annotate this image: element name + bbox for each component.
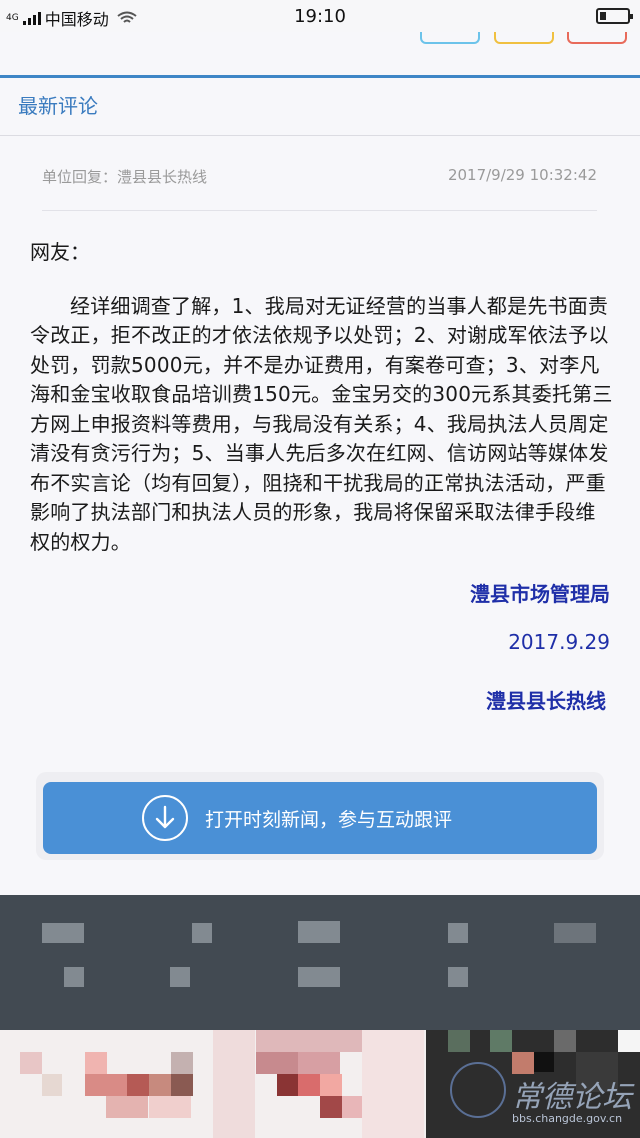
reply-timestamp: 2017/9/29 10:32:42: [447, 166, 597, 184]
blurred-item[interactable]: [64, 967, 84, 987]
blurred-item[interactable]: [42, 923, 84, 943]
blurred-item[interactable]: [298, 921, 340, 943]
share-weibo-button[interactable]: [567, 32, 627, 44]
share-moments-button[interactable]: [494, 32, 554, 44]
reply-signature: 澧县市场管理局: [470, 582, 610, 606]
reply-body: 网友： 经详细调查了解，1、我局对无证经营的当事人都是先书面责令改正，拒不改正的…: [30, 238, 615, 557]
blurred-item[interactable]: [448, 923, 468, 943]
forum-watermark: 常德论坛 bbs.changde.gov.cn: [440, 1060, 640, 1138]
blurred-item[interactable]: [170, 967, 190, 987]
forum-logo-icon: [450, 1062, 506, 1118]
reply-greeting: 网友：: [30, 240, 90, 264]
reply-date: 2017.9.29: [508, 630, 610, 654]
watermark-url: bbs.changde.gov.cn: [512, 1112, 623, 1125]
battery-icon: [596, 8, 633, 24]
share-wechat-button[interactable]: [420, 32, 480, 44]
toolbar-strip: [0, 32, 640, 76]
meta-divider: [42, 210, 597, 211]
open-app-label: 打开时刻新闻，参与互动跟评: [205, 808, 453, 831]
download-arrow-icon: [142, 795, 188, 841]
blurred-item[interactable]: [192, 923, 212, 943]
watermark-text: 常德论坛: [512, 1080, 632, 1115]
reply-paragraph: 经详细调查了解，1、我局对无证经营的当事人都是先书面责令改正，拒不改正的才依法依…: [30, 293, 613, 554]
blurred-item[interactable]: [448, 967, 468, 987]
header-divider: [0, 75, 640, 78]
blurred-nav-panel: [0, 895, 640, 1030]
section-divider: [0, 135, 640, 136]
open-app-button[interactable]: 打开时刻新闻，参与互动跟评: [43, 782, 597, 854]
reply-author: 单位回复：澧县县长热线: [42, 168, 208, 186]
blurred-item[interactable]: [298, 967, 340, 987]
reply-source: 澧县县长热线: [486, 689, 606, 713]
status-bar: 4G 中国移动 19:10: [0, 0, 640, 32]
blurred-item[interactable]: [554, 923, 596, 943]
clock: 19:10: [294, 6, 346, 27]
section-title: 最新评论: [18, 94, 98, 118]
